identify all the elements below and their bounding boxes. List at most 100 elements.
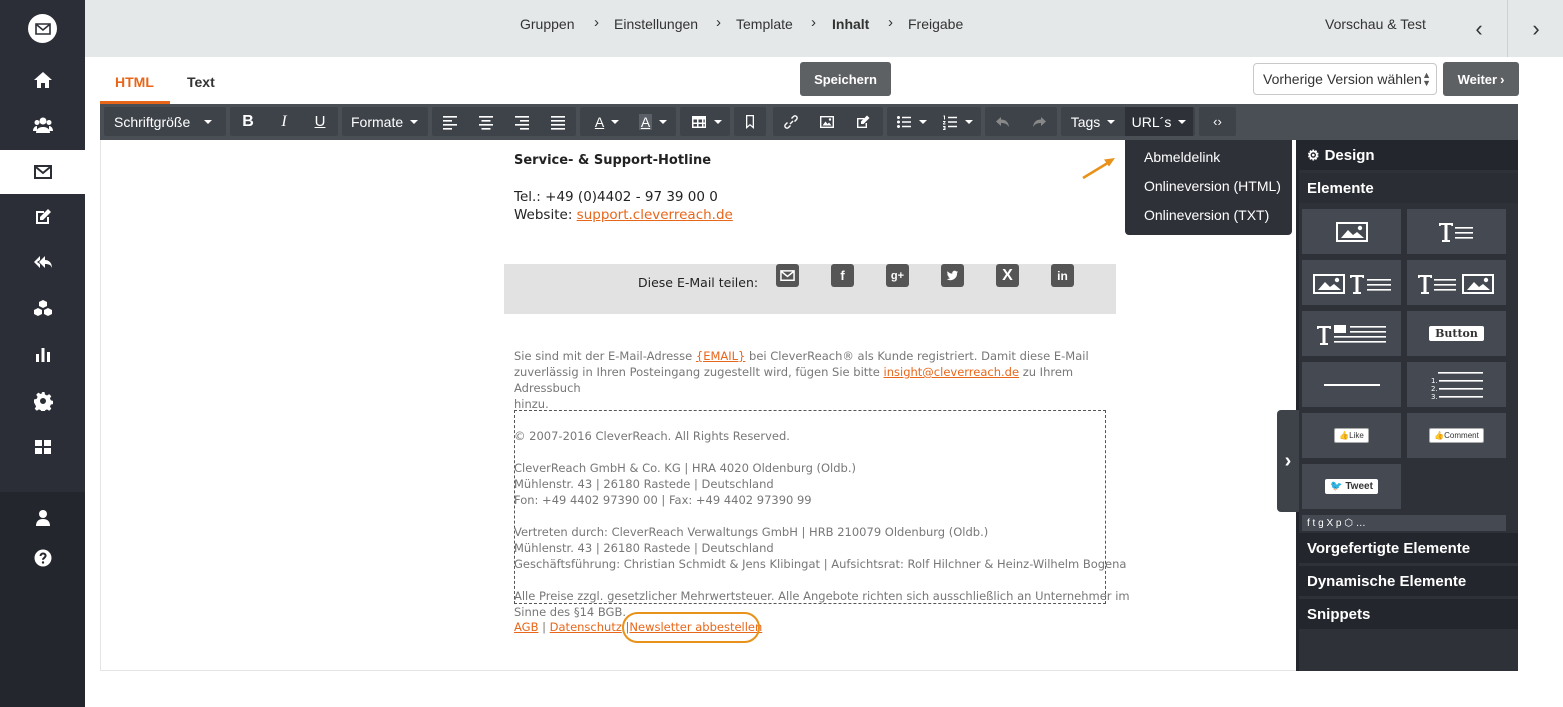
- gear-icon[interactable]: [0, 379, 85, 423]
- like-block-tile[interactable]: 👍Like: [1302, 413, 1401, 458]
- xing-icon[interactable]: X: [996, 264, 1019, 287]
- home-icon[interactable]: [0, 58, 85, 102]
- redo-icon[interactable]: [1021, 107, 1057, 136]
- snippets-section[interactable]: Snippets: [1299, 599, 1518, 629]
- link-icon[interactable]: [773, 107, 809, 136]
- next-button[interactable]: Weiter ›: [1443, 62, 1519, 96]
- image-icon[interactable]: [809, 107, 845, 136]
- preview-test-link[interactable]: Vorschau & Test: [1325, 16, 1426, 32]
- insert-group: [773, 107, 883, 136]
- edit-source-icon[interactable]: [845, 107, 881, 136]
- next-arrow-button[interactable]: ›: [1509, 0, 1563, 57]
- caret-down-icon: [611, 119, 620, 124]
- code-view-icon[interactable]: ‹›: [1199, 107, 1236, 136]
- breadcrumb-freigabe[interactable]: Freigabe: [908, 16, 963, 32]
- format-group: B I U: [230, 107, 338, 136]
- email-share-icon[interactable]: [776, 264, 799, 287]
- text-image-block-icon[interactable]: [1407, 260, 1506, 305]
- formats-label: Formate: [351, 113, 404, 130]
- google-plus-icon[interactable]: g+: [886, 264, 909, 287]
- numbered-list-button[interactable]: [935, 107, 979, 136]
- tags-dropdown[interactable]: Tags: [1061, 107, 1125, 136]
- button-block-tile[interactable]: Button: [1407, 311, 1506, 356]
- privacy-link[interactable]: Datenschutz: [550, 620, 622, 634]
- user-icon[interactable]: [0, 496, 85, 540]
- footer-line: Mühlenstr. 43 | 26180 Rastede | Deutschl…: [514, 477, 774, 491]
- tab-text[interactable]: Text: [187, 74, 215, 90]
- reply-all-icon[interactable]: [0, 240, 85, 284]
- elements-section[interactable]: Elemente: [1299, 173, 1518, 203]
- image-block-icon[interactable]: [1302, 209, 1401, 254]
- table-button[interactable]: [684, 107, 728, 136]
- divider-block-icon[interactable]: [1302, 362, 1401, 407]
- menu-item-online-txt[interactable]: Onlineversion (TXT): [1144, 207, 1269, 223]
- hotline-title: Service- & Support-Hotline: [514, 153, 712, 168]
- social-icons-tile[interactable]: f t g X p ⬡ …: [1302, 515, 1506, 531]
- caret-down-icon: [204, 119, 213, 124]
- align-left-icon[interactable]: [432, 107, 468, 136]
- prebuilt-elements-section[interactable]: Vorgefertigte Elemente: [1299, 533, 1518, 563]
- menu-item-online-html[interactable]: Onlineversion (HTML): [1144, 178, 1281, 194]
- text-inline-image-icon[interactable]: [1302, 311, 1401, 356]
- notice-text: hinzu.: [514, 397, 549, 411]
- editor-toolbar: Schriftgröße B I U Formate A A Tags URL´…: [100, 104, 1518, 140]
- dashboard-grid-icon[interactable]: [0, 425, 85, 469]
- save-button[interactable]: Speichern: [800, 62, 891, 96]
- cubes-icon[interactable]: [0, 287, 85, 331]
- email-placeholder-link[interactable]: {EMAIL}: [696, 349, 746, 363]
- italic-button[interactable]: I: [266, 107, 302, 136]
- website-link[interactable]: support.cleverreach.de: [577, 207, 733, 223]
- text-color-button[interactable]: A: [586, 107, 628, 136]
- facebook-icon[interactable]: f: [831, 264, 854, 287]
- users-icon[interactable]: [0, 103, 85, 147]
- image-text-block-icon[interactable]: [1302, 260, 1401, 305]
- breadcrumb-template[interactable]: Template: [736, 16, 793, 32]
- sidebar: [0, 0, 85, 707]
- version-select[interactable]: Vorherige Version wählen ▲ ▼: [1253, 63, 1437, 95]
- bookmark-icon[interactable]: [734, 107, 766, 136]
- website-label: Website:: [514, 207, 577, 223]
- align-right-icon[interactable]: [504, 107, 540, 136]
- chevron-right-icon: ›: [716, 14, 721, 31]
- panel-collapse-chevron-icon[interactable]: ›: [1277, 410, 1299, 512]
- text-block-icon[interactable]: [1407, 209, 1506, 254]
- insight-email-link[interactable]: insight@cleverreach.de: [884, 365, 1020, 379]
- bold-button[interactable]: B: [230, 107, 266, 136]
- formats-dropdown[interactable]: Formate: [351, 107, 427, 136]
- bullet-list-button[interactable]: [889, 107, 933, 136]
- prev-arrow-button[interactable]: ‹: [1452, 0, 1506, 57]
- numbered-list-block-icon[interactable]: 1. 2. 3.: [1407, 362, 1506, 407]
- urls-dropdown[interactable]: URL´s: [1125, 107, 1193, 136]
- tab-html[interactable]: HTML: [115, 74, 154, 90]
- background-color-button[interactable]: A: [632, 107, 674, 136]
- align-center-icon[interactable]: [468, 107, 504, 136]
- tweet-tile-label: 🐦 Tweet: [1325, 479, 1378, 494]
- dynamic-elements-section[interactable]: Dynamische Elemente: [1299, 566, 1518, 596]
- logo-mail-icon[interactable]: [28, 14, 57, 43]
- menu-item-abmeldelink[interactable]: Abmeldelink: [1144, 149, 1220, 165]
- breadcrumb-gruppen[interactable]: Gruppen: [520, 16, 574, 32]
- help-icon[interactable]: [0, 536, 85, 580]
- footer-line: Geschäftsführung: Christian Schmidt & Je…: [514, 557, 1127, 571]
- tags-label: Tags: [1070, 113, 1101, 130]
- bar-chart-icon[interactable]: [0, 332, 85, 376]
- font-size-dropdown[interactable]: Schriftgröße: [114, 107, 220, 136]
- linkedin-icon[interactable]: in: [1051, 264, 1074, 287]
- twitter-icon[interactable]: [941, 264, 964, 287]
- mail-icon[interactable]: [0, 150, 85, 194]
- tweet-block-tile[interactable]: 🐦 Tweet: [1302, 464, 1401, 509]
- comment-block-tile[interactable]: 👍Comment: [1407, 413, 1506, 458]
- chevron-right-icon: ›: [888, 14, 893, 31]
- design-section[interactable]: ⚙ Design: [1299, 140, 1518, 170]
- bg-color-icon: A: [638, 113, 653, 130]
- align-justify-icon[interactable]: [540, 107, 576, 136]
- undo-icon[interactable]: [985, 107, 1021, 136]
- design-label: Design: [1324, 146, 1375, 164]
- breadcrumb-einstellungen[interactable]: Einstellungen: [614, 16, 698, 32]
- link-separator: |: [542, 620, 546, 634]
- breadcrumb-inhalt[interactable]: Inhalt: [832, 16, 869, 32]
- next-button-label: Weiter: [1457, 71, 1498, 87]
- underline-button[interactable]: U: [302, 107, 338, 136]
- edit-icon[interactable]: [0, 195, 85, 239]
- agb-link[interactable]: AGB: [514, 620, 538, 634]
